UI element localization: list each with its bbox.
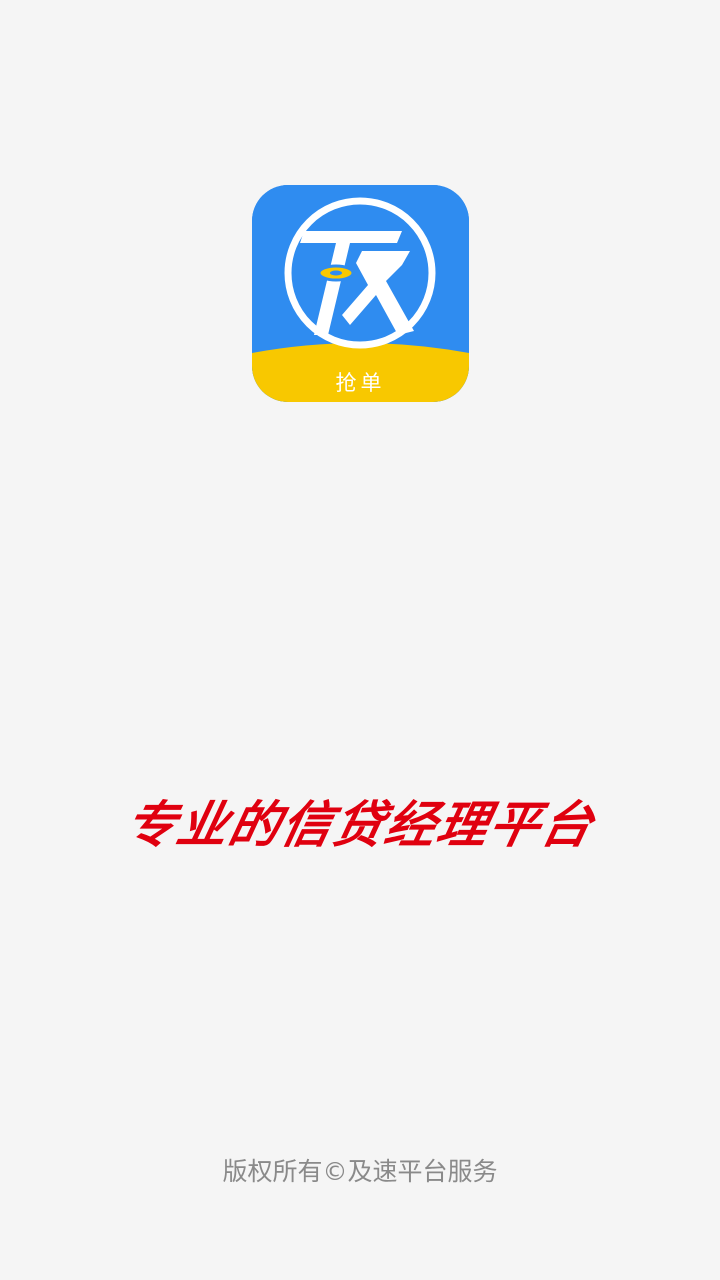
copyright-footer: 版权所有©及速平台服务 [222,1157,498,1186]
splash-screen: 抢单 专业的信贷经理平台 版权所有©及速平台服务 [0,0,720,1280]
slogan-text: 专业的信贷经理平台 [119,795,601,854]
logo-badge-label: 抢单 [335,371,386,395]
app-logo-icon: 抢单 [252,185,469,402]
